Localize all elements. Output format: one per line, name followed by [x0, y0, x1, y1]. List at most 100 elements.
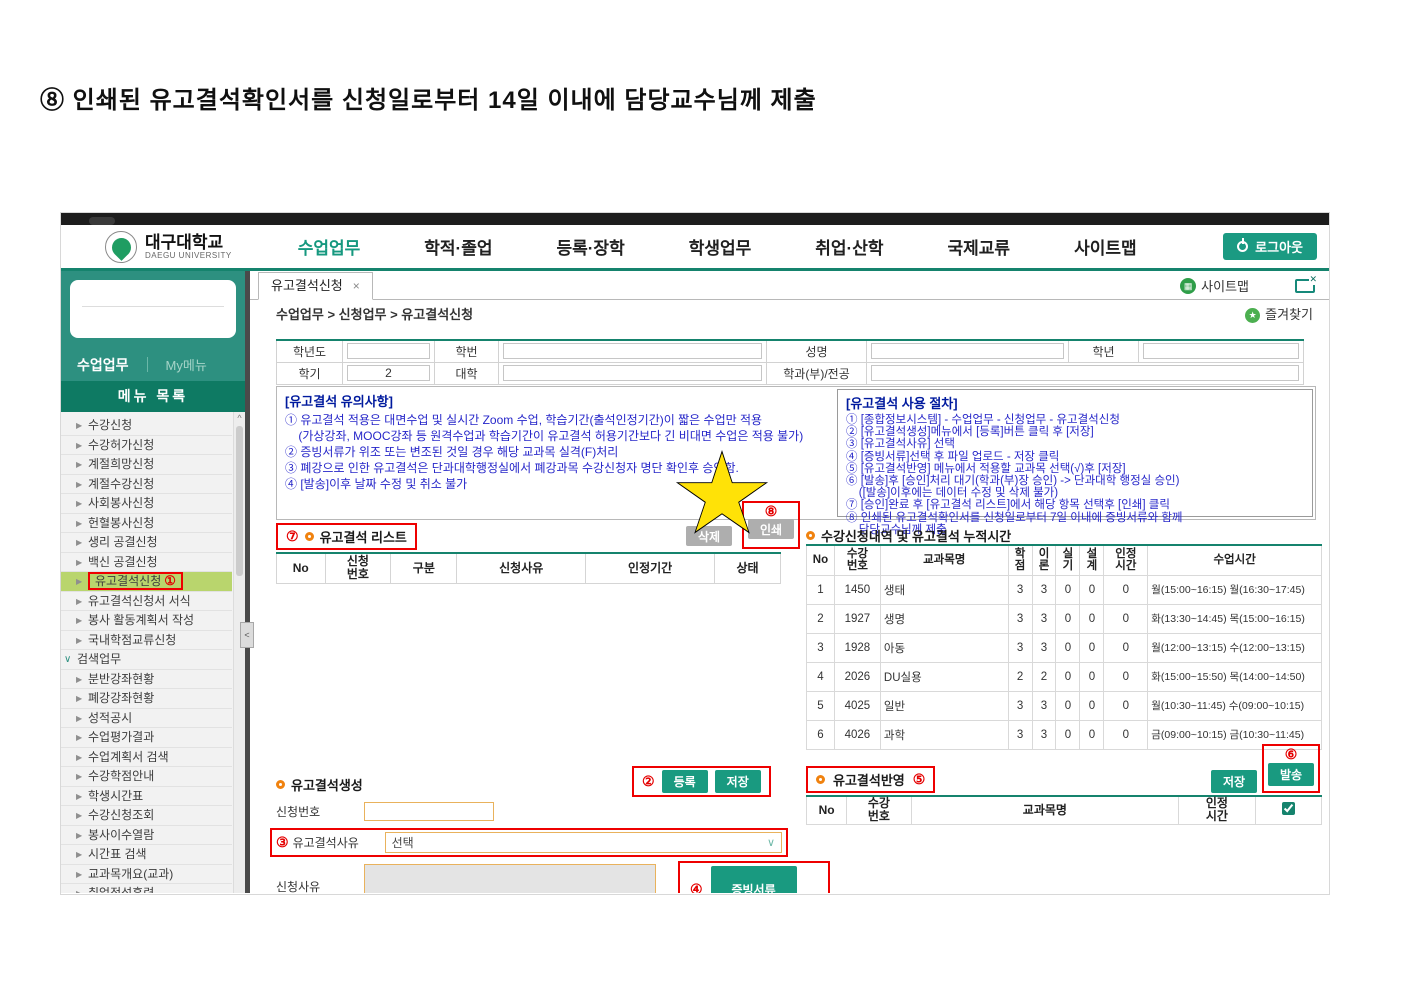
menu-item-label: 학생시간표	[88, 789, 143, 803]
scrollbar-thumb[interactable]	[236, 426, 243, 576]
course-theory: 3	[1032, 633, 1056, 662]
attach-document-button[interactable]: 증빙서류	[711, 866, 797, 893]
tab-absence-request[interactable]: 유고결석신청×	[258, 272, 373, 300]
college-input[interactable]	[503, 365, 762, 381]
attach-annotation-frame: ④ 증빙서류	[678, 861, 830, 893]
college-label: 대학	[435, 362, 499, 384]
sidebar-tab-lecture[interactable]: 수업업무	[77, 355, 129, 375]
sidebar-menu-item[interactable]: ▶ 생리 공결신청	[61, 533, 232, 553]
sidebar-menu-item[interactable]: ▶ 교과목개요(교과)	[61, 865, 232, 885]
nav-item[interactable]: 학적·졸업	[424, 234, 492, 259]
delete-button[interactable]: 삭제	[686, 526, 732, 546]
nav-item[interactable]: 등록·장학	[556, 234, 624, 259]
sidebar-menu-item[interactable]: ▶ 사회봉사신청	[61, 494, 232, 514]
menu-item-label: 백신 공결신청	[88, 555, 158, 569]
sidebar-menu-item[interactable]: ▶ 유고결석신청서 서식	[61, 592, 232, 612]
menu-arrow-icon: ▶	[76, 689, 82, 709]
year-input[interactable]	[347, 343, 430, 359]
course-row: 4 2026 DU실용 2 2 0 0 0 화(15:00~15:50) 목(1…	[807, 662, 1322, 691]
course-credit: 2	[1008, 662, 1032, 691]
absence-reason-select[interactable]: 선택 ∨	[385, 832, 782, 853]
logout-label: 로그아웃	[1255, 237, 1303, 256]
nav-item[interactable]: 사이트맵	[1074, 234, 1137, 259]
student-id-input[interactable]	[503, 343, 762, 359]
sidebar-scrollbar[interactable]: ^	[233, 412, 245, 893]
semester-input[interactable]	[347, 365, 430, 381]
nav-item[interactable]: 국제교류	[948, 234, 1011, 259]
sidebar-menu-item[interactable]: ▶ 헌혈봉사신청	[61, 514, 232, 534]
sidebar-menu-item[interactable]: ▶ 봉사이수열람	[61, 826, 232, 846]
name-input[interactable]	[871, 343, 1064, 359]
sidebar-menu-item[interactable]: ▶ 수업계획서 검색	[61, 748, 232, 768]
nav-item[interactable]: 취업·산학	[815, 234, 883, 259]
menu-arrow-icon: ▶	[76, 670, 82, 690]
annotation-8: ⑧	[744, 503, 798, 519]
logout-button[interactable]: 로그아웃	[1223, 233, 1317, 260]
tab-close-icon[interactable]: ×	[353, 279, 360, 293]
sidebar-menu-item[interactable]: ▶ 봉사 활동계획서 작성	[61, 611, 232, 631]
grade-input[interactable]	[1143, 343, 1299, 359]
sidebar-menu-item[interactable]: ▶ 국내학점교류신청	[61, 631, 232, 651]
course-column-header: 설 계	[1080, 545, 1104, 575]
university-logo-icon	[105, 231, 137, 263]
send-button[interactable]: 발송	[1268, 763, 1314, 786]
sidebar-menu-item[interactable]: ▶ 계절희망신청	[61, 455, 232, 475]
sidebar-menu-item[interactable]: ▶ 수강허가신청	[61, 436, 232, 456]
nav-item[interactable]: 수업업무	[298, 234, 361, 259]
sitemap-link[interactable]: ▦ 사이트맵	[1180, 276, 1249, 295]
course-column-header: 수업시간	[1148, 545, 1322, 575]
window-close-icon[interactable]	[1295, 279, 1315, 293]
course-row: 2 1927 생명 3 3 0 0 0 화(13:30~14:45) 목(15:…	[807, 604, 1322, 633]
sidebar-menu-item[interactable]: ▶ 유고결석신청①	[61, 572, 232, 592]
section-bullet-icon	[806, 531, 815, 540]
app-window: 대구대학교 DAEGU UNIVERSITY 수업업무 학적·졸업 등록·장학 …	[60, 212, 1330, 895]
create-section-title: 유고결석생성	[291, 775, 363, 794]
menu-item-label: 교과목개요(교과)	[88, 867, 173, 881]
sidebar-menu-item[interactable]: ▶ 폐강강좌현황	[61, 689, 232, 709]
section-bullet-icon	[816, 775, 825, 784]
reflect-table: No수강 번호교과목명인정 시간	[806, 795, 1322, 825]
sidebar-menu-item[interactable]: ▶ 수업평가결과	[61, 728, 232, 748]
check-all-checkbox[interactable]	[1282, 802, 1295, 815]
sidebar-collapse-button[interactable]: <	[240, 622, 254, 648]
logo-subtitle: DAEGU UNIVERSITY	[145, 251, 232, 260]
sidebar-menu-item[interactable]: ▶ 취업적성훈련	[61, 884, 232, 893]
reflect-save-button[interactable]: 저장	[1211, 770, 1257, 793]
course-name: 과학	[880, 720, 1008, 749]
sidebar-menu-item[interactable]: ▶ 계절수강신청	[61, 475, 232, 495]
menu-item-label: 생리 공결신청	[88, 535, 158, 549]
sidebar-tab-mymenu[interactable]: My메뉴	[166, 355, 207, 374]
scroll-up-icon[interactable]: ^	[234, 412, 245, 424]
print-button[interactable]: 인쇄	[748, 519, 794, 539]
course-row: 1 1450 생태 3 3 0 0 0 월(15:00~16:15) 월(16:…	[807, 575, 1322, 604]
course-column-header: No	[807, 545, 835, 575]
sidebar-menu-item[interactable]: ▶ 수강학점안내	[61, 767, 232, 787]
sidebar-menu-item[interactable]: ▶ 백신 공결신청	[61, 553, 232, 573]
course-name: 아동	[880, 633, 1008, 662]
register-button[interactable]: 등록	[662, 770, 708, 793]
power-icon	[1237, 241, 1248, 252]
major-input[interactable]	[871, 365, 1299, 381]
sidebar-menu-item[interactable]: ▶ 시간표 검색	[61, 845, 232, 865]
sidebar-menu-item[interactable]: ▶ 학생시간표	[61, 787, 232, 807]
nav-item[interactable]: 학생업무	[689, 234, 752, 259]
sidebar-menu-item[interactable]: ▶ 성적공시	[61, 709, 232, 729]
menu-arrow-icon: ▶	[76, 748, 82, 768]
favorite-button[interactable]: ★ 즐겨찾기	[1245, 300, 1313, 330]
sidebar-menu-item[interactable]: ∨ 검색업무	[61, 650, 232, 670]
course-design: 0	[1080, 604, 1104, 633]
save-button[interactable]: 저장	[715, 770, 761, 793]
menu-arrow-icon: ▶	[76, 826, 82, 846]
sidebar-menu-item[interactable]: ▶ 분반강좌현황	[61, 670, 232, 690]
request-no-input[interactable]	[364, 802, 494, 821]
sidebar-menu-item[interactable]: ▶ 수강신청조회	[61, 806, 232, 826]
menu-arrow-icon: ▶	[76, 572, 82, 592]
sidebar-search-box[interactable]	[70, 280, 236, 338]
menu-arrow-icon: ▶	[76, 631, 82, 651]
notice-line: ⑦ [승인]완료 후 [유고결석 리스트]에서 해당 항목 선택후 [인쇄] 클…	[846, 499, 1304, 511]
logo-title: 대구대학교	[145, 234, 232, 251]
sidebar-menu-item[interactable]: ▶ 수강신청	[61, 416, 232, 436]
course-theory: 3	[1032, 604, 1056, 633]
request-reason-textarea[interactable]	[364, 864, 656, 893]
course-practice: 0	[1056, 720, 1080, 749]
